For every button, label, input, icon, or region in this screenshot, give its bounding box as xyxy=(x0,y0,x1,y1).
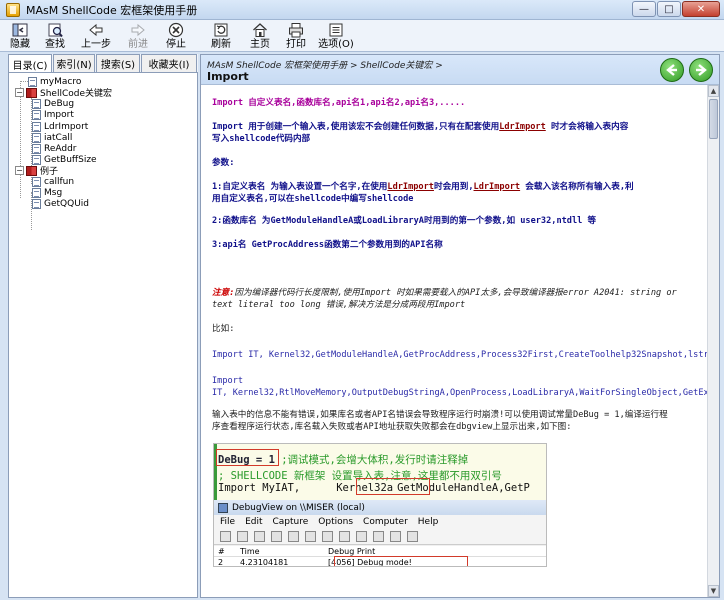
tab-index[interactable]: 索引(N) xyxy=(53,54,95,72)
find-button[interactable]: 查找 xyxy=(36,20,74,50)
close-button[interactable]: ✕ xyxy=(682,1,720,17)
tree-item-msg[interactable]: Msg xyxy=(32,187,62,198)
page-icon xyxy=(32,143,41,154)
tree-item-examples[interactable]: − 例子 xyxy=(15,165,58,177)
example-screenshot: DeBug = 1 ;调试模式,会增大体积,发行时请注释掉 ; SHELLCOD… xyxy=(213,443,547,567)
page-icon xyxy=(32,198,41,209)
tab-contents[interactable]: 目录(C) xyxy=(8,54,52,73)
scroll-down-icon[interactable]: ▼ xyxy=(708,585,719,597)
description-line: Import 用于创建一个输入表,使用该宏不会创建任何数据,只有在配套使用Ldr… xyxy=(212,122,629,132)
hide-icon xyxy=(12,22,28,38)
scroll-up-icon[interactable]: ▲ xyxy=(708,85,719,97)
tab-search[interactable]: 搜索(S) xyxy=(96,54,140,72)
tree-item-callfun[interactable]: callfun xyxy=(32,176,74,187)
page-icon xyxy=(32,121,41,132)
tree-item-readdr[interactable]: ReAddr xyxy=(32,143,77,154)
back-button[interactable]: 上一步 xyxy=(74,20,118,50)
arrow-right-icon xyxy=(696,64,707,76)
tree-item-shellcode-macros[interactable]: − ShellCode关键宏 xyxy=(15,87,112,99)
contents-tree: myMacro − ShellCode关键宏 DeBug Import LdrIm… xyxy=(8,72,198,598)
minimize-button[interactable]: — xyxy=(632,1,656,17)
example-code-2: Import xyxy=(212,376,244,386)
options-icon xyxy=(328,22,344,38)
page-icon xyxy=(28,76,37,87)
window-title: MAsM ShellCode 宏框架使用手册 xyxy=(26,3,198,17)
stop-icon xyxy=(168,22,184,38)
param-1-cont: 用自定义表名,可以在shellcode中编写shellcode xyxy=(212,194,414,204)
maximize-button[interactable]: □ xyxy=(657,1,681,17)
toolbar: 隐藏 查找 上一步 前进 停止 刷新 主页 打印 选项(O) xyxy=(0,20,724,52)
navigation-pane: 目录(C) 索引(N) 搜索(S) 收藏夹(I) myMacro − ShellC… xyxy=(8,54,198,598)
page-title: Import xyxy=(207,70,249,83)
syntax-line: Import 自定义表名,函数库名,api名1,api名2,api名3,....… xyxy=(212,98,466,108)
vertical-scrollbar[interactable]: ▲ ▼ xyxy=(707,85,719,597)
description-line-2: 写入shellcode代码内部 xyxy=(212,134,311,144)
book-open-icon xyxy=(26,87,37,98)
back-icon xyxy=(88,22,104,38)
forward-button[interactable]: 前进 xyxy=(118,20,158,50)
ldrimport-link[interactable]: LdrImport xyxy=(474,182,521,192)
hide-button[interactable]: 隐藏 xyxy=(4,20,36,50)
code-editor-capture: DeBug = 1 ;调试模式,会增大体积,发行时请注释掉 ; SHELLCOD… xyxy=(214,444,546,500)
debugview-capture: DebugView on \\MISER (local) File Edit C… xyxy=(214,500,546,566)
options-button[interactable]: 选项(O) xyxy=(314,20,358,50)
navigation-tabs: 目录(C) 索引(N) 搜索(S) 收藏夹(I) xyxy=(8,54,198,73)
page-icon xyxy=(32,132,41,143)
next-topic-button[interactable] xyxy=(689,58,713,82)
example-code-3: IT, Kernel32,RtlMoveMemory,OutputDebugSt… xyxy=(212,388,707,398)
param-3: 3:api名 GetProcAddress函数第二个参数用到的API名称 xyxy=(212,240,443,250)
find-icon xyxy=(47,22,63,38)
refresh-icon xyxy=(213,22,229,38)
example-code-1: Import IT, Kernel32,GetModuleHandleA,Get… xyxy=(212,350,707,360)
topic-pane: MAsM ShellCode 宏框架使用手册 > ShellCode关键宏 > … xyxy=(200,54,720,598)
tree-item-ldrimport[interactable]: LdrImport xyxy=(32,121,88,132)
tab-favorites[interactable]: 收藏夹(I) xyxy=(141,54,197,72)
scroll-thumb[interactable] xyxy=(709,99,718,139)
home-button[interactable]: 主页 xyxy=(242,20,278,50)
ldrimport-link[interactable]: LdrImport xyxy=(387,182,434,192)
previous-topic-button[interactable] xyxy=(660,58,684,82)
collapse-icon[interactable]: − xyxy=(15,166,24,175)
topic-header: MAsM ShellCode 宏框架使用手册 > ShellCode关键宏 > … xyxy=(201,55,719,85)
app-icon xyxy=(6,2,20,17)
print-icon xyxy=(288,22,304,38)
arrow-left-icon xyxy=(666,64,677,76)
page-icon xyxy=(32,154,41,165)
note-line: 注意:因为编译器代码行长度限制,使用Import 时如果需要载入的API太多,会… xyxy=(212,288,677,298)
params-heading: 参数: xyxy=(212,158,235,168)
book-open-icon xyxy=(26,165,37,176)
page-icon xyxy=(32,187,41,198)
forward-icon xyxy=(130,22,146,38)
collapse-icon[interactable]: − xyxy=(15,88,24,97)
tree-item-import[interactable]: Import xyxy=(32,109,74,120)
param-2: 2:函数库名 为GetModuleHandleA或LoadLibraryA时用到… xyxy=(212,216,597,226)
page-icon xyxy=(32,176,41,187)
tree-item-debug[interactable]: DeBug xyxy=(32,98,74,109)
title-bar: MAsM ShellCode 宏框架使用手册 — □ ✕ xyxy=(0,0,724,20)
refresh-button[interactable]: 刷新 xyxy=(200,20,242,50)
example-heading: 比如: xyxy=(212,324,235,334)
topic-content: Import 自定义表名,函数库名,api名1,api名2,api名3,....… xyxy=(201,85,707,597)
ldrimport-link[interactable]: LdrImport xyxy=(499,122,546,132)
tree-item-getqquid[interactable]: GetQQUid xyxy=(32,198,89,209)
param-1: 1:自定义表名 为输入表设置一个名字,在使用LdrImport时会用到,LdrI… xyxy=(212,182,634,192)
note-line-2: text literal too long 错误,解决方法是分成两段用Impor… xyxy=(212,300,466,310)
page-icon xyxy=(32,109,41,120)
page-icon xyxy=(32,98,41,109)
tree-item-iatcall[interactable]: iatCall xyxy=(32,132,72,143)
stop-button[interactable]: 停止 xyxy=(158,20,194,50)
warning-line-2: 序查看程序运行状态,库名载入失败或者API地址获取失败都会在dbgview上显示… xyxy=(212,422,572,432)
print-button[interactable]: 打印 xyxy=(278,20,314,50)
home-icon xyxy=(252,22,268,38)
warning-line: 输入表中的信息不能有错误,如果库名或者API名错误会导致程序运行时崩溃!可以使用… xyxy=(212,410,668,420)
